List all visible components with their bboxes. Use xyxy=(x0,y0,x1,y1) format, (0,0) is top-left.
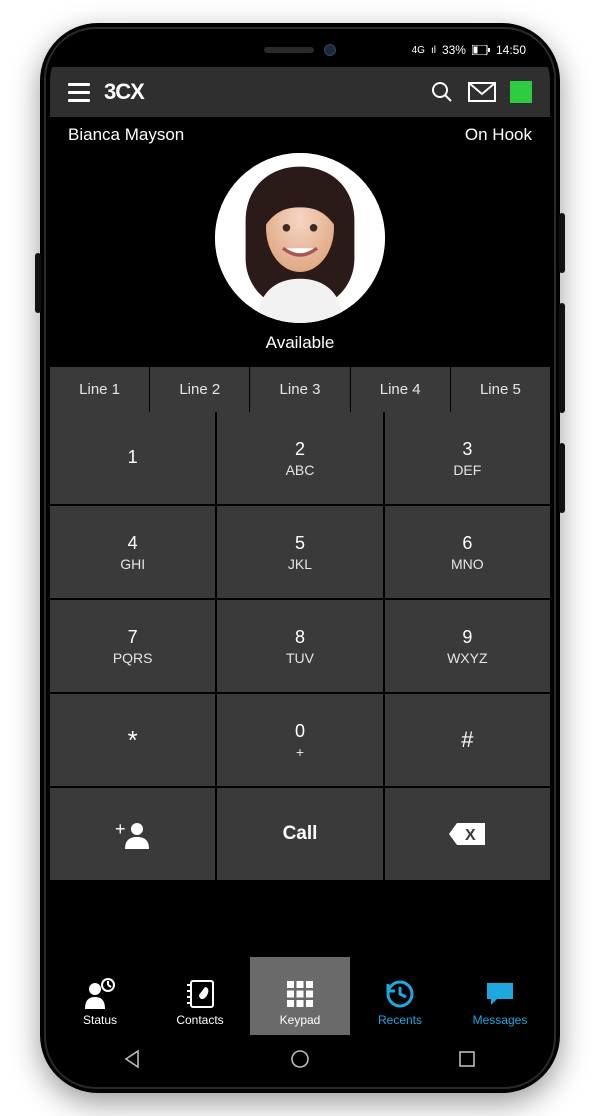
nav-label: Keypad xyxy=(280,1013,321,1027)
mail-icon[interactable] xyxy=(468,82,496,102)
nav-recents[interactable]: Recents xyxy=(350,957,450,1035)
status-icon xyxy=(83,977,117,1011)
nav-contacts[interactable]: Contacts xyxy=(150,957,250,1035)
line-5[interactable]: Line 5 xyxy=(451,367,550,412)
signal-icon: ıl xyxy=(431,45,436,56)
backspace-button[interactable]: X xyxy=(385,788,550,880)
phone-frame: 4G ıl 33% 14:50 3CX Bianca Mayson On Hoo… xyxy=(40,23,560,1093)
back-icon[interactable] xyxy=(122,1048,144,1070)
key-8[interactable]: 8TUV xyxy=(217,600,382,692)
app-logo: 3CX xyxy=(104,79,144,105)
line-4[interactable]: Line 4 xyxy=(351,367,450,412)
recents-icon xyxy=(383,977,417,1011)
nav-keypad[interactable]: Keypad xyxy=(250,957,350,1035)
messages-icon xyxy=(483,977,517,1011)
clock: 14:50 xyxy=(496,43,526,57)
bottom-nav: Status Contacts Keypad Recents Messages xyxy=(50,957,550,1035)
battery-percent: 33% xyxy=(442,43,466,57)
front-camera xyxy=(324,44,336,56)
call-button[interactable]: Call xyxy=(217,788,382,880)
key-6[interactable]: 6MNO xyxy=(385,506,550,598)
android-nav-bar xyxy=(50,1035,550,1083)
user-name: Bianca Mayson xyxy=(68,125,184,145)
side-button xyxy=(35,253,41,313)
nav-label: Status xyxy=(83,1013,117,1027)
key-7[interactable]: 7PQRS xyxy=(50,600,215,692)
avatar[interactable] xyxy=(215,153,385,323)
dial-keypad: 1 2ABC 3DEF 4GHI 5JKL 6MNO 7PQRS 8TUV 9W… xyxy=(50,412,550,880)
battery-icon xyxy=(472,45,490,55)
svg-text:+: + xyxy=(115,819,126,839)
network-type: 4G xyxy=(412,45,425,56)
line-2[interactable]: Line 2 xyxy=(150,367,249,412)
side-button xyxy=(559,213,565,273)
line-1[interactable]: Line 1 xyxy=(50,367,149,412)
home-icon[interactable] xyxy=(289,1048,311,1070)
search-icon[interactable] xyxy=(430,80,454,104)
nav-messages[interactable]: Messages xyxy=(450,957,550,1035)
hook-status: On Hook xyxy=(465,125,532,145)
key-9[interactable]: 9WXYZ xyxy=(385,600,550,692)
contacts-icon xyxy=(183,977,217,1011)
key-3[interactable]: 3DEF xyxy=(385,412,550,504)
user-panel: Bianca Mayson On Hook xyxy=(50,117,550,367)
line-selector: Line 1 Line 2 Line 3 Line 4 Line 5 xyxy=(50,367,550,412)
screen: 4G ıl 33% 14:50 3CX Bianca Mayson On Hoo… xyxy=(50,33,550,1083)
line-3[interactable]: Line 3 xyxy=(250,367,349,412)
nav-status[interactable]: Status xyxy=(50,957,150,1035)
presence-text: Available xyxy=(266,333,335,353)
nav-label: Recents xyxy=(378,1013,422,1027)
svg-text:X: X xyxy=(465,827,476,844)
key-star[interactable]: * xyxy=(50,694,215,786)
key-2[interactable]: 2ABC xyxy=(217,412,382,504)
overview-icon[interactable] xyxy=(456,1048,478,1070)
key-hash[interactable]: # xyxy=(385,694,550,786)
backspace-icon: X xyxy=(447,821,487,847)
nav-label: Contacts xyxy=(176,1013,223,1027)
side-button xyxy=(559,303,565,413)
presence-indicator[interactable] xyxy=(510,81,532,103)
add-contact-button[interactable]: + xyxy=(50,788,215,880)
nav-label: Messages xyxy=(473,1013,528,1027)
notch xyxy=(190,33,410,67)
key-0[interactable]: 0+ xyxy=(217,694,382,786)
key-5[interactable]: 5JKL xyxy=(217,506,382,598)
keypad-icon xyxy=(283,977,317,1011)
menu-icon[interactable] xyxy=(68,83,90,102)
add-contact-icon: + xyxy=(113,819,153,849)
app-topbar: 3CX xyxy=(50,67,550,117)
key-1[interactable]: 1 xyxy=(50,412,215,504)
speaker-grill xyxy=(264,47,314,53)
key-4[interactable]: 4GHI xyxy=(50,506,215,598)
side-button xyxy=(559,443,565,513)
